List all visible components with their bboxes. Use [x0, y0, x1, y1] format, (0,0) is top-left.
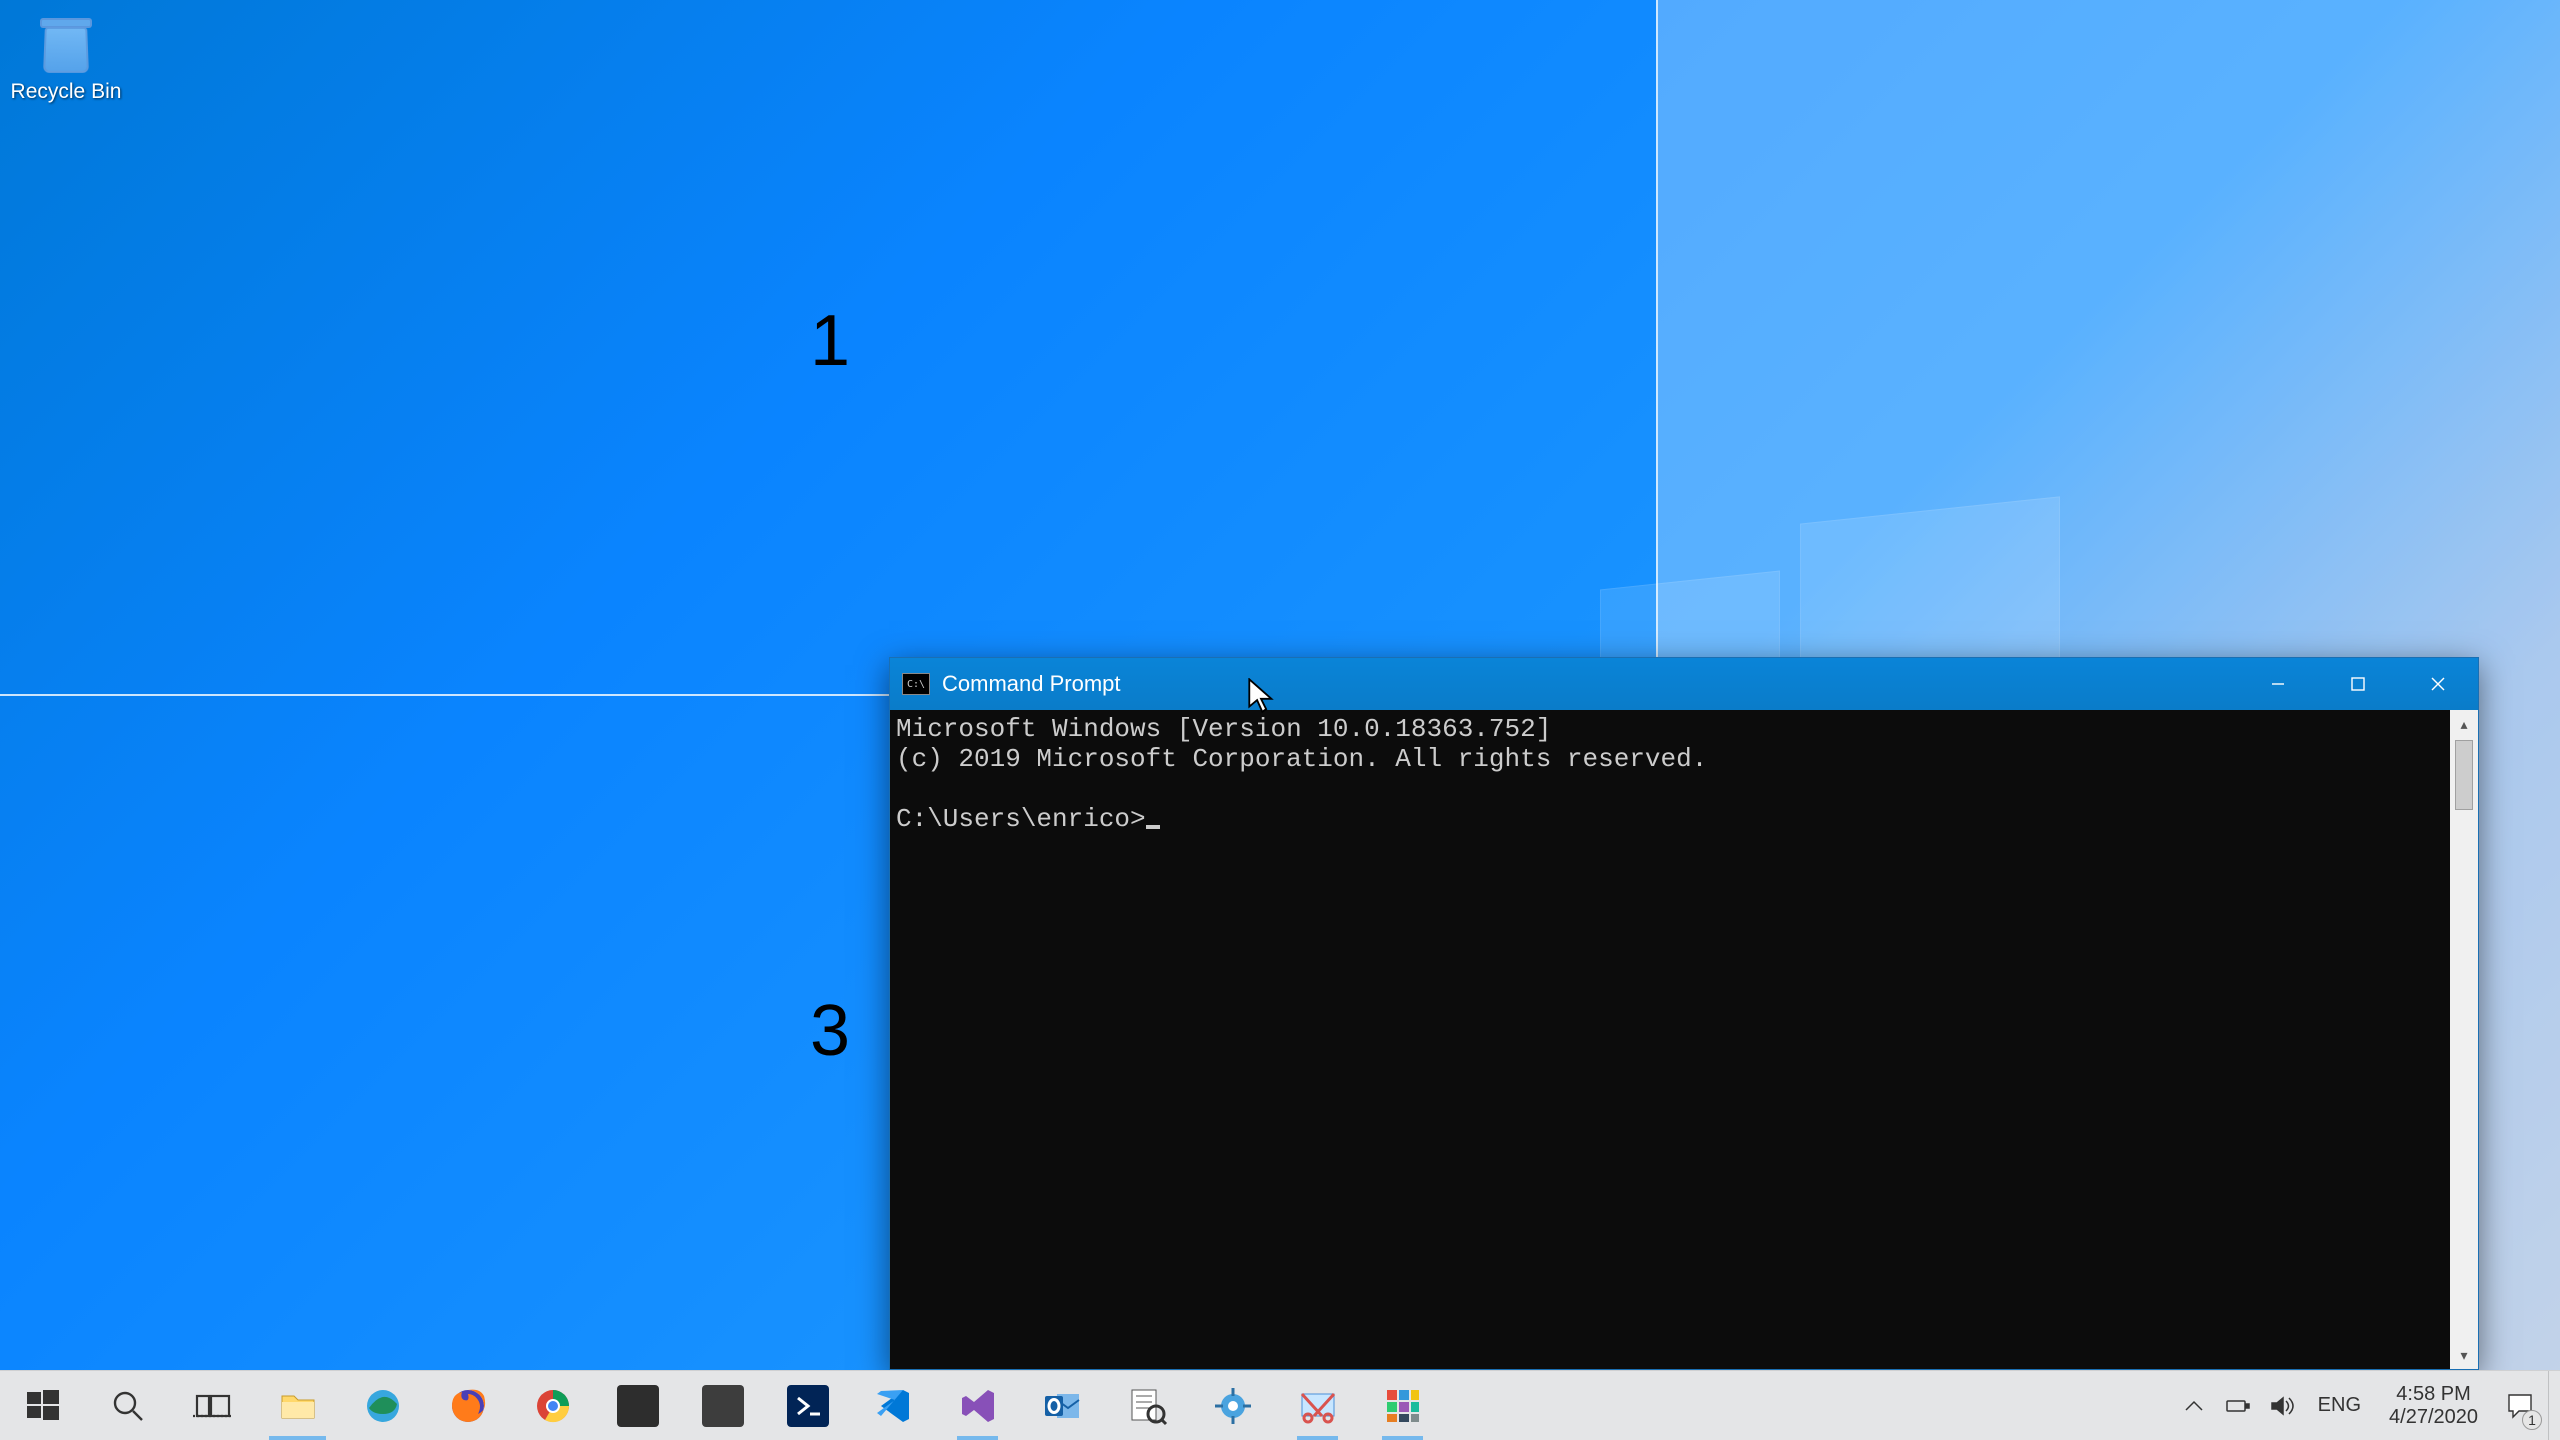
powershell-icon — [787, 1385, 829, 1427]
scroll-thumb[interactable] — [2455, 740, 2473, 810]
chrome-taskbar-button[interactable] — [510, 1371, 595, 1440]
scroll-up-button[interactable]: ▴ — [2450, 710, 2478, 738]
clock-tray-button[interactable]: 4:58 PM 4/27/2020 — [2375, 1371, 2492, 1440]
command-prompt-titlebar[interactable]: Command Prompt — [890, 658, 2478, 710]
process-monitor-icon — [1128, 1386, 1168, 1426]
cmd-prompt: C:\Users\enrico> — [896, 804, 1146, 834]
show-desktop-button[interactable] — [2548, 1371, 2560, 1440]
minimize-button[interactable] — [2238, 658, 2318, 710]
debugger-taskbar-button[interactable] — [1190, 1371, 1275, 1440]
snipping-tool-icon — [1298, 1386, 1338, 1426]
battery-tray-icon[interactable] — [2216, 1371, 2260, 1440]
command-prompt-window[interactable]: Command Prompt Microsoft Windows [Versio… — [889, 657, 2479, 1370]
recycle-bin-glyph-icon — [34, 12, 98, 76]
visual-studio-taskbar-button[interactable] — [935, 1371, 1020, 1440]
scroll-down-button[interactable]: ▾ — [2450, 1341, 2478, 1369]
terminal-icon — [617, 1385, 659, 1427]
language-label: ENG — [2318, 1394, 2361, 1417]
zone-number-1: 1 — [810, 300, 850, 382]
command-prompt-title: Command Prompt — [942, 671, 1121, 697]
process-monitor-taskbar-button[interactable] — [1105, 1371, 1190, 1440]
windows-logo-icon — [23, 1386, 63, 1426]
vscode-taskbar-button[interactable] — [850, 1371, 935, 1440]
cmd-line-1: Microsoft Windows [Version 10.0.18363.75… — [896, 714, 1551, 744]
outlook-icon — [1043, 1386, 1083, 1426]
snipping-tool-taskbar-button[interactable] — [1275, 1371, 1360, 1440]
task-view-icon — [193, 1386, 233, 1426]
file-explorer-taskbar-button[interactable] — [255, 1371, 340, 1440]
close-button[interactable] — [2398, 658, 2478, 710]
desktop-background[interactable]: 1 3 Recycle Bin Command Prompt — [0, 0, 2560, 1440]
terminal-1-taskbar-button[interactable] — [595, 1371, 680, 1440]
cmd-cursor — [1146, 825, 1160, 829]
vscode-icon — [873, 1386, 913, 1426]
recycle-bin-label: Recycle Bin — [6, 80, 126, 104]
start-button[interactable] — [0, 1371, 85, 1440]
zone-number-3: 3 — [810, 990, 850, 1072]
volume-tray-icon[interactable] — [2260, 1371, 2304, 1440]
color-grid-icon — [1383, 1386, 1423, 1426]
gear-process-icon — [1213, 1386, 1253, 1426]
clock-date: 4/27/2020 — [2389, 1406, 2478, 1429]
maximize-button[interactable] — [2318, 658, 2398, 710]
powertoys-taskbar-button[interactable] — [1360, 1371, 1445, 1440]
firefox-taskbar-button[interactable] — [425, 1371, 510, 1440]
edge-taskbar-button[interactable] — [340, 1371, 425, 1440]
tray-overflow-button[interactable] — [2172, 1371, 2216, 1440]
task-view-button[interactable] — [170, 1371, 255, 1440]
notification-badge: 1 — [2522, 1410, 2542, 1430]
command-prompt-scrollbar[interactable]: ▴ ▾ — [2450, 710, 2478, 1369]
powershell-taskbar-button[interactable] — [765, 1371, 850, 1440]
command-prompt-body[interactable]: Microsoft Windows [Version 10.0.18363.75… — [890, 710, 2450, 1369]
search-button[interactable] — [85, 1371, 170, 1440]
search-icon — [108, 1386, 148, 1426]
edge-icon — [363, 1386, 403, 1426]
visual-studio-icon — [958, 1386, 998, 1426]
firefox-icon — [448, 1386, 488, 1426]
language-tray-button[interactable]: ENG — [2304, 1371, 2375, 1440]
command-prompt-app-icon — [902, 673, 930, 695]
action-center-button[interactable]: 1 — [2492, 1371, 2548, 1440]
clock-time: 4:58 PM — [2396, 1383, 2470, 1406]
file-explorer-icon — [278, 1386, 318, 1426]
terminal-2-taskbar-button[interactable] — [680, 1371, 765, 1440]
chrome-icon — [533, 1386, 573, 1426]
terminal-dark-icon — [702, 1385, 744, 1427]
recycle-bin-icon[interactable]: Recycle Bin — [6, 12, 126, 104]
cmd-line-2: (c) 2019 Microsoft Corporation. All righ… — [896, 744, 1707, 774]
taskbar[interactable]: ENG 4:58 PM 4/27/2020 1 — [0, 1370, 2560, 1440]
outlook-taskbar-button[interactable] — [1020, 1371, 1105, 1440]
